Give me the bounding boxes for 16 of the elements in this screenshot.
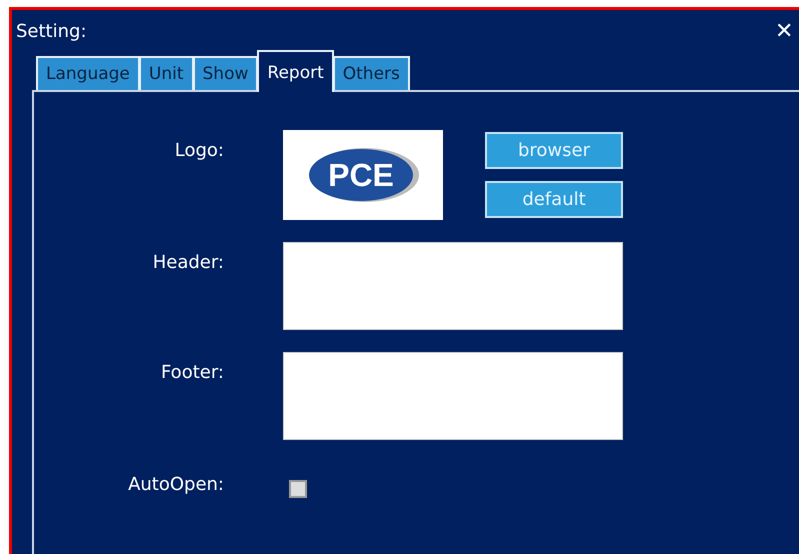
- tab[interactable]: Unit: [138, 56, 194, 90]
- header-label: Header:: [152, 251, 224, 275]
- logo-label: Logo:: [174, 139, 224, 163]
- tab[interactable]: Report: [257, 50, 334, 92]
- footer-label: Footer:: [160, 361, 224, 385]
- header-field[interactable]: [283, 242, 623, 330]
- autoopen-checkbox[interactable]: [289, 480, 307, 498]
- close-button[interactable]: ✕: [775, 18, 793, 44]
- logo-button[interactable]: browser: [485, 132, 623, 169]
- tab[interactable]: Others: [332, 56, 410, 90]
- tab[interactable]: Language: [36, 56, 140, 90]
- footer-field[interactable]: [283, 352, 623, 440]
- autoopen-label: AutoOpen:: [127, 473, 224, 497]
- window-title: Setting:: [16, 20, 87, 42]
- tab[interactable]: Show: [192, 56, 258, 90]
- logo-button[interactable]: default: [485, 181, 623, 218]
